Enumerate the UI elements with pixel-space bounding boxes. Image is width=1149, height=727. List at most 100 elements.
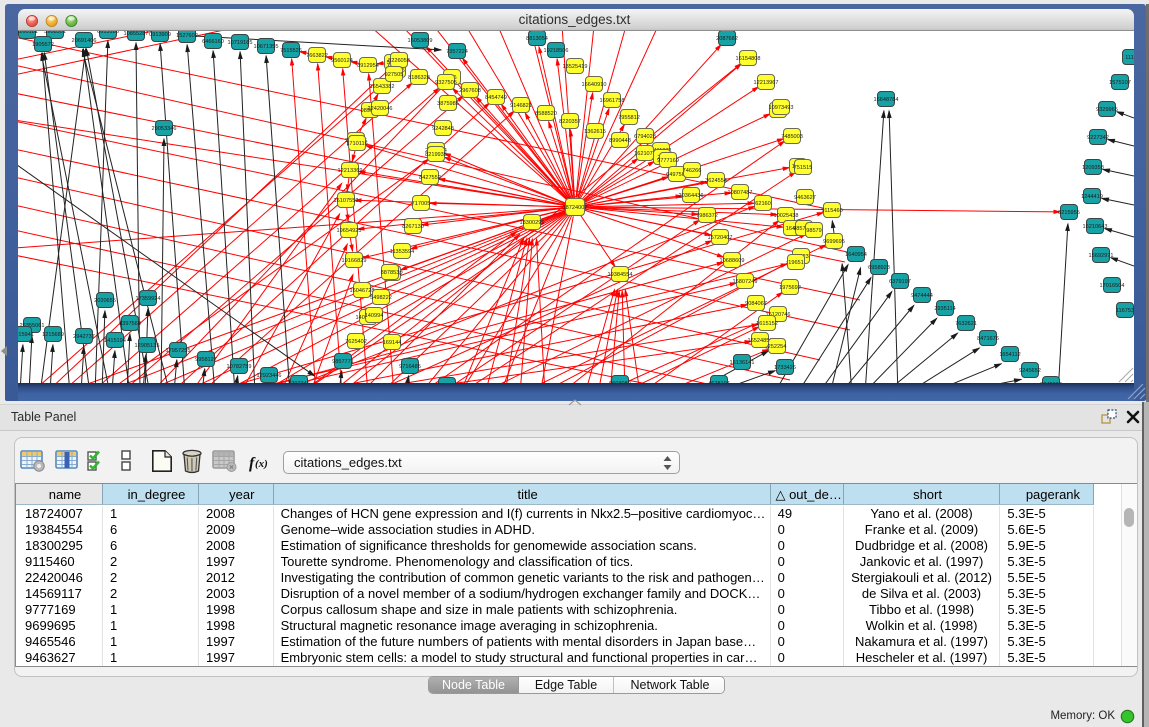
svg-text:11353594: 11353594 <box>390 249 414 255</box>
svg-text:16807249: 16807249 <box>733 279 758 285</box>
svg-text:12213369: 12213369 <box>338 168 363 174</box>
svg-text:887853: 887853 <box>381 270 400 276</box>
svg-text:5908301: 5908301 <box>44 31 66 35</box>
svg-text:10807487: 10807487 <box>728 190 753 196</box>
svg-text:1415194: 1415194 <box>104 338 126 344</box>
svg-text:62160: 62160 <box>755 201 771 207</box>
svg-text:16053809: 16053809 <box>408 38 433 44</box>
svg-text:9146821: 9146821 <box>510 103 532 109</box>
svg-text:1292346: 1292346 <box>288 381 310 383</box>
svg-text:17359924: 17359924 <box>136 296 161 302</box>
svg-text:8813054: 8813054 <box>526 36 548 42</box>
svg-text:16107552: 16107552 <box>334 198 359 204</box>
svg-text:8220357: 8220357 <box>559 119 581 125</box>
svg-text:7515526: 7515526 <box>280 48 302 54</box>
svg-text:1615152: 1615152 <box>756 321 778 327</box>
svg-text:10671355: 10671355 <box>254 44 279 50</box>
svg-text:9227342: 9227342 <box>1087 135 1109 141</box>
svg-text:16543382: 16543382 <box>370 84 395 90</box>
svg-text:1527602: 1527602 <box>176 33 198 39</box>
svg-text:16640910: 16640910 <box>582 82 607 88</box>
svg-text:19654925: 19654925 <box>337 228 362 234</box>
svg-text:751515: 751515 <box>794 165 813 171</box>
svg-text:7955812: 7955812 <box>618 115 640 121</box>
svg-text:10025438: 10025438 <box>774 213 799 219</box>
svg-text:16961758: 16961758 <box>600 98 625 104</box>
svg-text:12905135: 12905135 <box>135 343 160 349</box>
svg-text:717005: 717005 <box>412 201 431 207</box>
svg-text:9857771: 9857771 <box>332 359 354 365</box>
svg-text:10719185: 10719185 <box>228 40 253 46</box>
svg-text:2967608: 2967608 <box>459 88 481 94</box>
svg-text:9397568: 9397568 <box>119 321 141 327</box>
svg-text:1362615: 1362615 <box>584 129 606 135</box>
svg-text:9115460: 9115460 <box>821 208 842 214</box>
svg-text:4628194: 4628194 <box>708 381 730 383</box>
svg-text:8427552: 8427552 <box>419 175 441 181</box>
svg-text:9560124: 9560124 <box>331 58 353 64</box>
svg-text:3875985: 3875985 <box>437 101 459 107</box>
svg-text:9699695: 9699695 <box>823 239 845 245</box>
svg-text:15692971: 15692971 <box>1089 253 1114 259</box>
svg-text:29053346: 29053346 <box>152 126 177 132</box>
svg-text:9603082: 9603082 <box>609 381 631 383</box>
svg-text:6794028: 6794028 <box>634 134 656 140</box>
svg-text:1575107: 1575107 <box>1109 80 1131 86</box>
svg-text:9474444: 9474444 <box>911 293 933 299</box>
svg-text:18300295: 18300295 <box>520 220 545 226</box>
svg-text:9242848: 9242848 <box>432 126 454 132</box>
svg-text:22420046: 22420046 <box>368 106 393 112</box>
svg-text:(x): (x) <box>255 458 268 470</box>
svg-text:7632621: 7632621 <box>955 321 977 327</box>
svg-text:7663822: 7663822 <box>306 53 328 59</box>
svg-text:7485003: 7485003 <box>781 134 803 140</box>
svg-text:2942737: 2942737 <box>73 334 95 340</box>
svg-text:9245652: 9245652 <box>1019 368 1041 374</box>
svg-text:0913909: 0913909 <box>149 32 171 38</box>
svg-text:1621072: 1621072 <box>634 151 656 157</box>
svg-text:169144: 169144 <box>383 340 402 346</box>
svg-text:16210643: 16210643 <box>1083 224 1108 230</box>
svg-text:1215689: 1215689 <box>42 332 64 338</box>
svg-text:98579: 98579 <box>806 228 822 234</box>
svg-text:15720407: 15720407 <box>708 235 733 241</box>
svg-text:140994: 140994 <box>365 313 384 319</box>
svg-text:8186328: 8186328 <box>408 75 430 81</box>
svg-text:6466160: 6466160 <box>202 39 224 45</box>
svg-text:6613186: 6613186 <box>97 31 119 35</box>
svg-text:5260181: 5260181 <box>18 31 38 35</box>
svg-text:20364436: 20364436 <box>679 193 704 199</box>
svg-text:1640954: 1640954 <box>845 252 867 258</box>
svg-text:10855287: 10855287 <box>124 31 149 37</box>
svg-text:2087682: 2087682 <box>716 36 738 42</box>
svg-text:19218506: 19218506 <box>544 48 569 54</box>
svg-text:927505: 927505 <box>385 72 404 78</box>
svg-text:1710116: 1710116 <box>346 141 367 147</box>
svg-text:16136141: 16136141 <box>730 360 755 366</box>
svg-text:16046728: 16046728 <box>350 288 375 294</box>
svg-text:1117: 1117 <box>1125 55 1134 61</box>
svg-text:8215955: 8215955 <box>1058 210 1080 216</box>
svg-text:8912954: 8912954 <box>357 63 379 69</box>
svg-text:16648784: 16648784 <box>874 97 899 103</box>
svg-text:16154808: 16154808 <box>736 56 761 62</box>
svg-text:9716485: 9716485 <box>399 364 421 370</box>
svg-text:8588520: 8588520 <box>535 111 557 117</box>
svg-text:1975692: 1975692 <box>779 285 801 291</box>
svg-text:13525419: 13525419 <box>563 64 588 70</box>
svg-text:19166829: 19166829 <box>342 258 367 264</box>
svg-text:12213967: 12213967 <box>754 80 779 86</box>
svg-text:252254: 252254 <box>768 344 787 350</box>
svg-text:8454749: 8454749 <box>485 95 507 101</box>
svg-text:7357224: 7357224 <box>446 49 468 55</box>
svg-text:17957255: 17957255 <box>166 348 191 354</box>
svg-text:2935114: 2935114 <box>934 306 955 312</box>
svg-text:3624554: 3624554 <box>705 178 727 184</box>
svg-text:8219935: 8219935 <box>425 152 447 158</box>
svg-text:6958923: 6958923 <box>868 265 890 271</box>
svg-text:1209358: 1209358 <box>1082 165 1104 171</box>
svg-text:9463627: 9463627 <box>794 195 816 201</box>
svg-text:7986372: 7986372 <box>696 213 718 219</box>
svg-text:10688609: 10688609 <box>720 258 745 264</box>
svg-text:3915941: 3915941 <box>18 332 34 338</box>
